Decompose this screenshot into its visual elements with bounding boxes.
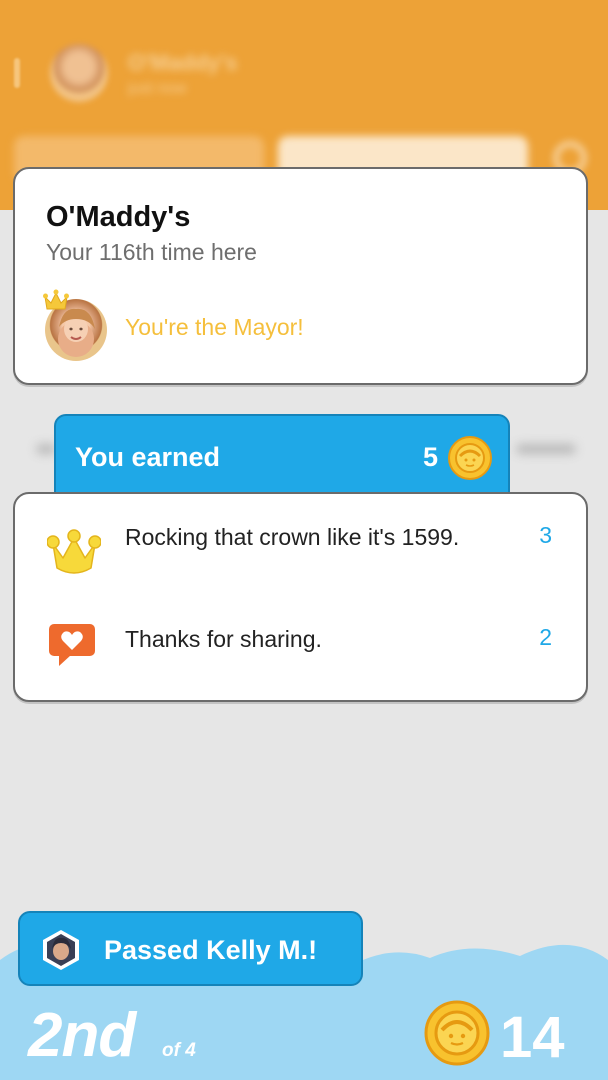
earning-points: 3 [539, 522, 552, 548]
background-avatar [50, 44, 108, 102]
avatar [43, 930, 79, 970]
background-venue-name: O'Maddy's [128, 50, 238, 75]
coin-icon [448, 436, 492, 480]
visit-count-text: Your 116th time here [46, 239, 257, 265]
earned-total: 5 [422, 442, 438, 472]
list-item: Thanks for sharing. 2 [15, 622, 586, 666]
coin-total: 14 [500, 1005, 565, 1070]
earning-description: Thanks for sharing. [125, 626, 322, 652]
crown-icon [47, 529, 101, 574]
crown-icon [43, 289, 69, 310]
earning-description: Rocking that crown like it's 1599. [125, 524, 460, 550]
mayor-avatar-group [43, 289, 109, 361]
earned-label: You earned [75, 442, 221, 472]
passed-notification[interactable]: Passed Kelly M.! [18, 911, 363, 986]
leaderboard-rank-total: of 4 [162, 1040, 196, 1061]
menu-icon [14, 58, 20, 88]
earning-points: 2 [539, 624, 552, 650]
earnings-card: Rocking that crown like it's 1599. 3 Tha… [13, 492, 588, 702]
passed-text: Passed Kelly M.! [104, 935, 318, 965]
leaderboard-rank: 2nd [28, 1001, 136, 1070]
mayor-status-text: You're the Mayor! [125, 314, 304, 340]
background-venue-time: just now [128, 80, 187, 97]
heart-speech-bubble-icon [49, 624, 95, 666]
list-item: Rocking that crown like it's 1599. 3 [15, 520, 586, 590]
venue-card: O'Maddy's Your 116th time here You're th… [13, 167, 588, 385]
coin-icon [424, 1000, 490, 1066]
earned-banner: You earned 5 [54, 414, 510, 496]
venue-title: O'Maddy's [46, 201, 191, 233]
